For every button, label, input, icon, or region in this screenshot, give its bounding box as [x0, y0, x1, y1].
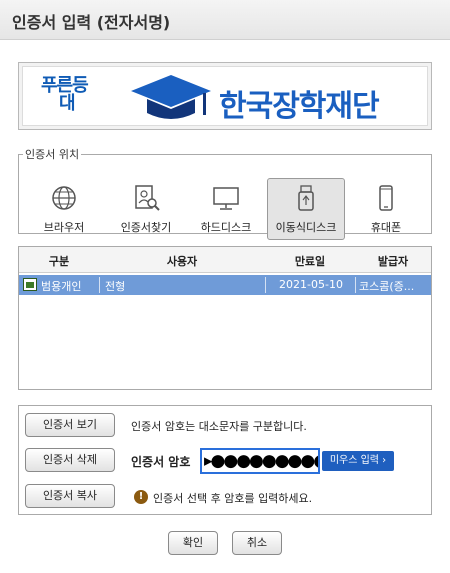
location-harddisk-button[interactable]: 하드디스크	[187, 178, 265, 240]
location-removable-button[interactable]: 이동식디스크	[267, 178, 345, 240]
location-mobile-button[interactable]: 휴대폰	[347, 178, 425, 240]
delete-certificate-button[interactable]: 인증서 삭제	[25, 448, 115, 472]
window-title: 인증서 입력 (전자서명)	[12, 13, 171, 32]
cert-type: 범용개인	[41, 280, 82, 293]
column-type[interactable]: 구분	[19, 253, 99, 269]
cert-user: 전형	[105, 280, 126, 293]
title-bar: 인증서 입력 (전자서명)	[0, 0, 450, 40]
find-certificate-icon	[135, 185, 160, 211]
monitor-icon	[213, 187, 239, 210]
globe-icon	[52, 186, 76, 210]
cert-expiry: 2021-05-10	[279, 278, 343, 291]
banner-inner: 푸른등 대 한국장학재단	[22, 66, 428, 126]
usb-drive-icon	[298, 185, 314, 211]
case-sensitive-notice: 인증서 암호는 대소문자를 구분합니다.	[131, 420, 307, 433]
column-expiry[interactable]: 만료일	[265, 253, 355, 269]
graduation-cap-icon	[131, 75, 211, 119]
location-legend: 인증서 위치	[25, 148, 80, 161]
location-harddisk-label: 하드디스크	[200, 221, 252, 234]
certificate-icon	[23, 278, 37, 291]
column-user[interactable]: 사용자	[99, 253, 265, 269]
org-name: 한국장학재단	[219, 89, 380, 124]
cancel-button[interactable]: 취소	[232, 531, 282, 555]
password-panel: 인증서 보기 인증서 암호는 대소문자를 구분합니다. 인증서 삭제 인증서 암…	[18, 405, 432, 515]
location-browser-label: 브라우저	[43, 221, 85, 234]
column-divider	[99, 277, 100, 293]
org-banner: 푸른등 대 한국장학재단	[18, 62, 432, 130]
certificate-list-header: 구분 사용자 만료일 발급자	[19, 247, 431, 273]
column-issuer[interactable]: 발급자	[355, 253, 431, 269]
location-find-button[interactable]: 인증서찾기	[107, 178, 185, 240]
slogan-logo: 푸른등 대	[41, 77, 89, 114]
password-label: 인증서 암호	[131, 455, 191, 469]
column-divider	[265, 277, 266, 293]
location-mobile-label: 휴대폰	[370, 221, 402, 234]
slogan-line-2: 대	[59, 93, 76, 114]
column-divider	[355, 277, 356, 293]
view-certificate-button[interactable]: 인증서 보기	[25, 413, 115, 437]
certificate-row-selected[interactable]: 범용개인 전형 2021-05-10 코스콤(증...	[19, 275, 431, 295]
cert-issuer: 코스콤(증...	[359, 280, 415, 293]
password-warning: 인증서 선택 후 암호를 입력하세요.	[153, 492, 313, 505]
mouse-input-button[interactable]: 미우스 입력 ›	[322, 451, 394, 471]
password-input[interactable]: ▸●●●●●●●●●	[200, 448, 320, 474]
certificate-location-group: 인증서 위치 브라우저 인증서찾기 하드디스크 이동식디스크 휴대폰	[18, 146, 432, 240]
location-browser-button[interactable]: 브라우저	[25, 178, 103, 240]
location-find-label: 인증서찾기	[120, 221, 172, 234]
mobile-phone-icon	[379, 185, 393, 211]
warning-icon: !	[134, 490, 148, 504]
certificate-list[interactable]: 구분 사용자 만료일 발급자 범용개인 전형 2021-05-10 코스콤(증.…	[18, 246, 432, 390]
location-removable-label: 이동식디스크	[275, 221, 337, 234]
ok-button[interactable]: 확인	[168, 531, 218, 555]
copy-certificate-button[interactable]: 인증서 복사	[25, 484, 115, 508]
